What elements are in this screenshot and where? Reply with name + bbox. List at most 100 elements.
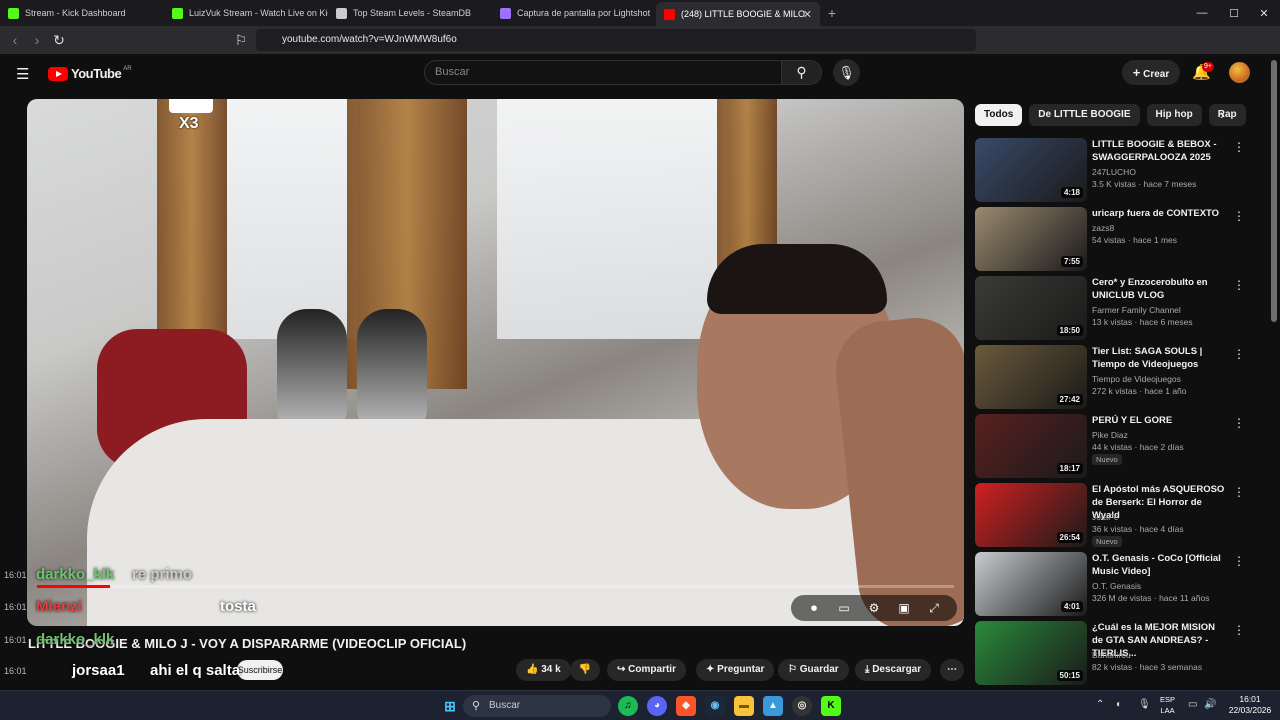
filter-chip[interactable]: Todos <box>975 104 1023 126</box>
taskbar-search[interactable]: Buscar <box>463 695 611 717</box>
browser-tab[interactable]: Top Steam Levels - SteamDB <box>328 0 492 26</box>
windows-start-icon[interactable]: ⊞ <box>440 696 460 716</box>
video-thumbnail[interactable]: 27:42 <box>975 345 1087 409</box>
recommended-video-title[interactable]: Tier List: SAGA SOULS | Tiempo de Videoj… <box>1092 345 1227 371</box>
kick-icon[interactable]: K <box>821 696 841 716</box>
recommended-video[interactable]: 50:15 ¿Cuál es la MEJOR MISION de GTA SAN… <box>975 621 1245 685</box>
more-vert-icon[interactable]: ⋮ <box>1233 554 1245 568</box>
file-explorer-icon[interactable]: ▬ <box>734 696 754 716</box>
network-icon[interactable]: ▭ <box>1188 699 1197 710</box>
close-window-icon[interactable]: ✕ <box>1248 0 1280 26</box>
new-tab-icon[interactable]: + <box>820 0 844 26</box>
search-input[interactable]: Buscar <box>424 60 782 85</box>
dislike-button[interactable]: 👎 <box>570 659 600 681</box>
tray-mic-icon[interactable]: 🎙 <box>1138 699 1151 710</box>
channel-name[interactable]: zazs8 <box>1092 223 1114 233</box>
like-button[interactable]: 👍 34 k <box>516 659 571 681</box>
recommended-video[interactable]: 7:55 uricarp fuera de CONTEXTO zazs8 54 vis… <box>975 207 1245 271</box>
channel-name[interactable]: Tiempo de Videojuegos <box>1092 374 1181 384</box>
video-thumbnail[interactable]: 4:18 <box>975 138 1087 202</box>
more-vert-icon[interactable]: ⋮ <box>1233 623 1245 637</box>
brave-icon[interactable]: ◆ <box>676 696 696 716</box>
video-thumbnail[interactable]: 7:55 <box>975 207 1087 271</box>
system-clock[interactable]: 16:01 22/03/2026 <box>1224 694 1276 716</box>
more-actions-button[interactable]: ⋯ <box>940 659 964 681</box>
recommended-video[interactable]: 26:54 El Apóstol más ASQUEROSO de Berserk… <box>975 483 1245 547</box>
tray-chevron-icon[interactable]: ⌃ <box>1096 699 1104 710</box>
video-thumbnail[interactable]: 18:17 <box>975 414 1087 478</box>
more-vert-icon[interactable]: ⋮ <box>1233 416 1245 430</box>
youtube-logo[interactable]: YouTube AR <box>48 66 132 81</box>
more-vert-icon[interactable]: ⋮ <box>1233 347 1245 361</box>
settings-gear-icon[interactable]: ⚙ <box>859 601 889 615</box>
download-button[interactable]: ⤓ Descargar <box>855 659 932 681</box>
video-thumbnail[interactable]: 26:54 <box>975 483 1087 547</box>
channel-name[interactable]: Pike Diaz <box>1092 430 1128 440</box>
channel-name[interactable]: JotaPe <box>1092 512 1118 522</box>
obs-icon[interactable]: ◎ <box>792 696 812 716</box>
video-progress-bar[interactable] <box>37 585 954 588</box>
close-icon[interactable]: ✕ <box>803 8 812 21</box>
video-thumbnail[interactable]: 50:15 <box>975 621 1087 685</box>
page-scrollbar[interactable] <box>1271 60 1277 322</box>
recommended-video-title[interactable]: PERÚ Y EL GORE <box>1092 414 1227 427</box>
hamburger-menu-icon[interactable]: ☰ <box>16 65 29 83</box>
video-thumbnail[interactable]: 4:01 <box>975 552 1087 616</box>
recommended-video-title[interactable]: uricarp fuera de CONTEXTO <box>1092 207 1227 220</box>
discord-icon[interactable]: ◕ <box>647 696 667 716</box>
reload-icon[interactable]: ↻ <box>48 32 70 49</box>
filter-chip[interactable]: Rap <box>1208 104 1246 126</box>
tray-app-icon[interactable]: ◐ <box>1116 699 1122 710</box>
recommended-video[interactable]: 4:01 O.T. Genasis - CoCo [Official Music … <box>975 552 1245 616</box>
search-button[interactable]: ⚲ <box>781 60 822 85</box>
ask-button[interactable]: ✦ Preguntar <box>696 659 775 681</box>
forward-icon[interactable]: › <box>26 32 48 48</box>
filter-chip[interactable]: De LITTLE BOOGIE <box>1029 104 1140 126</box>
more-vert-icon[interactable]: ⋮ <box>1233 209 1245 223</box>
more-vert-icon[interactable]: ⋮ <box>1233 278 1245 292</box>
subtitles-icon[interactable]: ▭ <box>829 601 859 615</box>
thumbs-up-icon: 👍 <box>526 664 539 675</box>
save-button[interactable]: ⚐ Guardar <box>778 659 849 681</box>
browser-tab[interactable]: Captura de pantalla por Lightshot <box>492 0 656 26</box>
more-vert-icon[interactable]: ⋮ <box>1233 140 1245 154</box>
miniplayer-icon[interactable]: ▣ <box>889 601 919 615</box>
browser-tab[interactable]: Stream - Kick Dashboard <box>0 0 164 26</box>
fullscreen-icon[interactable]: ⤢ <box>919 601 949 616</box>
bookmark-icon[interactable]: ⚐ <box>230 32 252 49</box>
back-icon[interactable]: ‹ <box>4 32 26 48</box>
browser-tab[interactable]: LuizVuk Stream - Watch Live on Kick <box>164 0 328 26</box>
minimize-icon[interactable]: — <box>1186 0 1218 26</box>
channel-name[interactable]: O.T. Genasis <box>1092 581 1141 591</box>
chevron-right-icon[interactable]: › <box>1220 106 1225 122</box>
recommended-video[interactable]: 4:18 LITTLE BOOGIE & BEBOX - SWAGGERPALOO… <box>975 138 1245 202</box>
recommended-video-title[interactable]: O.T. Genasis - CoCo [Official Music Vide… <box>1092 552 1227 578</box>
filter-chip[interactable]: Hip hop <box>1146 104 1202 126</box>
steam-icon[interactable]: ◉ <box>705 696 725 716</box>
video-meta: 54 vistas · hace 1 mes <box>1092 235 1178 245</box>
channel-name[interactable]: Bananirou <box>1092 650 1131 660</box>
share-button[interactable]: ↪ Compartir <box>607 659 686 681</box>
channel-name[interactable]: 247LUCHO <box>1092 167 1136 177</box>
avatar[interactable] <box>1229 62 1250 83</box>
recommended-video-title[interactable]: LITTLE BOOGIE & BEBOX - SWAGGERPALOOZA 2… <box>1092 138 1227 164</box>
spotify-icon[interactable]: ♫ <box>618 696 638 716</box>
browser-tab[interactable]: (248) LITTLE BOOGIE & MILO ✕ <box>656 2 820 26</box>
photos-icon[interactable]: ▲ <box>763 696 783 716</box>
create-button[interactable]: + Crear <box>1122 60 1180 85</box>
autoplay-toggle-icon[interactable]: ⏺ <box>799 601 829 616</box>
video-player[interactable]: X3 ⏺ ▭ ⚙ ▣ ⤢ <box>27 99 964 626</box>
maximize-icon[interactable]: ☐ <box>1218 0 1250 26</box>
video-thumbnail[interactable]: 18:50 <box>975 276 1087 340</box>
language-indicator[interactable]: ESP LAA <box>1160 694 1175 716</box>
channel-name[interactable]: Farmer Family Channel <box>1092 305 1181 315</box>
subscribe-button[interactable]: Suscribirse <box>237 660 283 680</box>
recommended-video[interactable]: 18:17 PERÚ Y EL GORE Pike Diaz 44 k vistas … <box>975 414 1245 478</box>
more-vert-icon[interactable]: ⋮ <box>1233 485 1245 499</box>
address-bar[interactable]: youtube.com/watch?v=WJnWMW8uf6o <box>256 29 976 51</box>
recommended-video-title[interactable]: Cero* y Enzocerobulto en UNICLUB VLOG <box>1092 276 1227 302</box>
voice-search-button[interactable]: 🎙 <box>833 59 860 86</box>
recommended-video[interactable]: 27:42 Tier List: SAGA SOULS | Tiempo de V… <box>975 345 1245 409</box>
volume-icon[interactable]: 🔊 <box>1204 699 1216 710</box>
recommended-video[interactable]: 18:50 Cero* y Enzocerobulto en UNICLUB VL… <box>975 276 1245 340</box>
